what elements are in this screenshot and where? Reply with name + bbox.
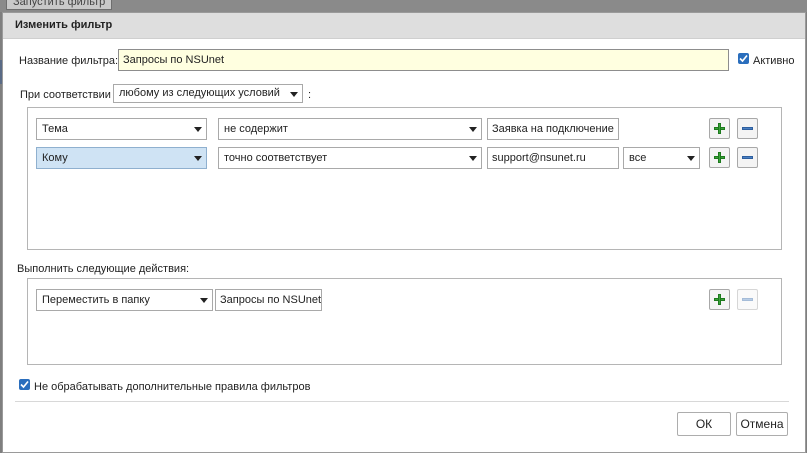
condition-1-value-input[interactable]: Заявка на подключение [487,118,619,140]
action-1-folder-input[interactable]: Запросы по NSUnet [215,289,322,311]
condition-2-value-input[interactable]: support@nsunet.ru [487,147,619,169]
chevron-down-icon [469,156,477,161]
active-checkbox[interactable] [738,53,749,64]
condition-2-field-value: Кому [42,152,68,164]
match-label: При соответствии [20,89,111,101]
dialog-titlebar: Изменить фильтр [3,13,805,39]
action-1-type-select[interactable]: Переместить в папку [36,289,213,311]
conditions-panel: Тема не содержит Заявка на подключение К… [27,107,782,250]
ok-button[interactable]: ОК [677,412,731,436]
minus-icon [742,298,753,301]
chevron-down-icon [200,298,208,303]
condition-2-add-button[interactable] [709,147,730,168]
condition-1-field-select[interactable]: Тема [36,118,207,140]
cancel-button[interactable]: Отмена [736,412,788,436]
plus-icon-stem [718,152,721,163]
active-label: Активно [753,55,795,67]
actions-label: Выполнить следующие действия: [17,263,190,275]
minus-icon [742,127,753,130]
condition-1-field-value: Тема [42,123,68,135]
filter-name-input[interactable]: Запросы по NSUnet [118,49,729,71]
chevron-down-icon [469,127,477,132]
condition-2-remove-button[interactable] [737,147,758,168]
condition-1-operator-select[interactable]: не содержит [218,118,482,140]
background-tab-run-filter[interactable]: Запустить фильтр [6,0,113,10]
plus-icon-stem [718,294,721,305]
edit-filter-dialog: Изменить фильтр Название фильтра: Запрос… [2,12,806,453]
footer-divider [15,401,789,402]
checkmark-icon [20,380,29,389]
condition-2-scope-value: все [629,152,647,164]
minus-icon [742,156,753,159]
action-1-add-button[interactable] [709,289,730,310]
condition-1-add-button[interactable] [709,118,730,139]
chevron-down-icon [290,92,298,97]
condition-2-scope-select[interactable]: все [623,147,700,169]
plus-icon-stem [718,123,721,134]
stop-rules-label: Не обрабатывать дополнительные правила ф… [34,381,311,393]
filter-name-label: Название фильтра: [19,55,119,67]
chevron-down-icon [194,127,202,132]
chevron-down-icon [687,156,695,161]
checkmark-icon [739,54,748,63]
action-1-remove-button[interactable] [737,289,758,310]
background-toolbar [0,0,807,12]
condition-2-field-select[interactable]: Кому [36,147,207,169]
action-1-type-value: Переместить в папку [42,294,150,306]
condition-2-operator-select[interactable]: точно соответствует [218,147,482,169]
condition-1-remove-button[interactable] [737,118,758,139]
match-colon: : [308,89,312,101]
stop-rules-checkbox[interactable] [19,379,30,390]
match-mode-value: любому из следующих условий [119,87,280,99]
dialog-title: Изменить фильтр [15,19,113,31]
condition-1-operator-value: не содержит [224,123,288,135]
chevron-down-icon [194,156,202,161]
condition-2-operator-value: точно соответствует [224,152,328,164]
actions-panel: Переместить в папку Запросы по NSUnet [27,278,782,365]
match-mode-select[interactable]: любому из следующих условий [113,84,303,103]
